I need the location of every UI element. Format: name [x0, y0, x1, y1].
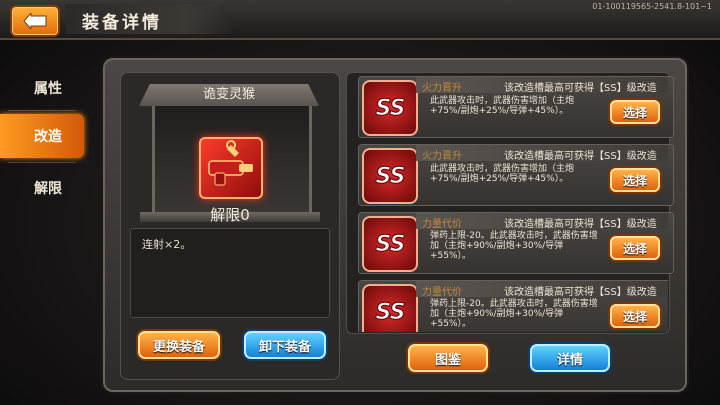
gun-weapon-icon	[199, 137, 263, 199]
button-label: 卸下装备	[258, 339, 311, 355]
button-label: 更换装备	[152, 339, 205, 355]
mod-effect: 弹药上限-20。此武器攻击时，武器伤害增加（主炮+90%/副炮+30%/导弹+5…	[430, 299, 598, 329]
mod-hint: 该改造槽最高可获得【SS】级改造	[504, 287, 657, 298]
badge-text: SS	[375, 299, 406, 325]
equipment-description: 连射×2。	[142, 238, 192, 251]
tab-modify[interactable]: 改造	[0, 114, 84, 158]
ss-badge-icon: SS	[362, 284, 418, 332]
tab-label: 属性	[34, 81, 62, 97]
catalog-button[interactable]: 图鉴	[408, 344, 488, 372]
button-label: 详情	[556, 352, 583, 368]
back-arrow-icon	[23, 13, 47, 29]
back-button[interactable]	[10, 5, 60, 37]
equipment-name: 诡变灵猴	[139, 84, 319, 106]
mod-title: 力量代价	[422, 287, 462, 298]
mod-list-viewport: SS 力量代价 该改造槽最高可获得【SS】级改造 弹药上限-20。此武器攻击时，…	[346, 72, 668, 332]
button-label: 选择	[622, 309, 647, 324]
select-button[interactable]: 选择	[610, 304, 660, 328]
details-button[interactable]: 详情	[530, 344, 610, 372]
replace-equipment-button[interactable]: 更换装备	[138, 331, 220, 359]
unlock-level: 解限0	[210, 206, 250, 224]
button-label: 图鉴	[434, 352, 461, 368]
tab-attributes[interactable]: 属性	[0, 66, 84, 110]
ref-code: 01-100119565-2541.8-101~1	[592, 2, 712, 11]
page-title: 装备详情	[82, 13, 162, 33]
tab-label: 解限	[34, 181, 62, 197]
unequip-button[interactable]: 卸下装备	[244, 331, 326, 359]
tab-divider	[8, 162, 76, 163]
tab-divider	[8, 110, 76, 111]
tab-label: 改造	[34, 129, 62, 145]
tab-unlock[interactable]: 解限	[0, 166, 84, 210]
